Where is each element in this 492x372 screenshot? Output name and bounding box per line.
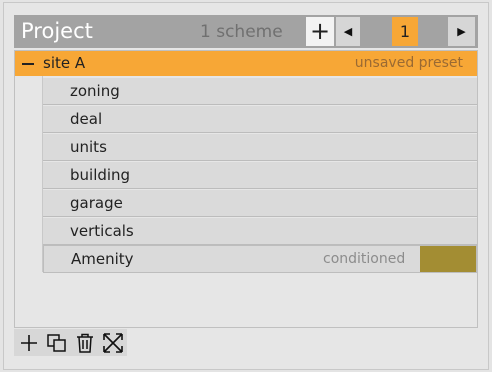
tree-item-building[interactable]: building — [43, 162, 477, 189]
site-label: site A — [43, 54, 86, 72]
duplicate-icon — [47, 334, 66, 352]
scheme-tree: site A unsaved preset zoning deal units … — [14, 50, 478, 328]
collapse-icon[interactable] — [22, 63, 34, 65]
scheme-page-number[interactable]: 1 — [392, 17, 418, 46]
tree-item-label: verticals — [70, 222, 134, 240]
tree-item-garage[interactable]: garage — [43, 190, 477, 217]
tree-item-amenity[interactable]: Amenity conditioned — [43, 245, 477, 273]
tree-item-verticals[interactable]: verticals — [43, 218, 477, 245]
tree-item-label: Amenity — [71, 250, 134, 268]
chevron-right-icon: ▶ — [457, 25, 466, 38]
footer-toolbar — [14, 329, 127, 356]
site-status: unsaved preset — [354, 55, 463, 71]
chevron-left-icon: ◀ — [343, 25, 353, 38]
tree-item-label: zoning — [70, 82, 120, 100]
tree-item-label: building — [70, 166, 131, 184]
page-title: Project — [21, 19, 93, 43]
expand-icon — [103, 333, 123, 353]
scheme-count: 1 scheme — [200, 22, 283, 42]
tree-item-label: units — [70, 138, 107, 156]
delete-button[interactable] — [73, 331, 97, 355]
add-button[interactable] — [17, 331, 41, 355]
amenity-status: conditioned — [323, 251, 406, 267]
add-scheme-button[interactable]: + — [306, 17, 334, 46]
prev-scheme-button[interactable]: ◀ — [336, 17, 360, 46]
tree-item-label: garage — [70, 194, 123, 212]
site-row[interactable]: site A unsaved preset — [15, 51, 477, 76]
next-scheme-button[interactable]: ▶ — [448, 17, 475, 46]
project-header: Project 1 scheme + ◀ 1 ▶ — [14, 15, 478, 48]
tree-item-deal[interactable]: deal — [43, 106, 477, 133]
tree-item-units[interactable]: units — [43, 134, 477, 161]
expand-button[interactable] — [101, 331, 125, 355]
add-icon — [21, 335, 37, 351]
trash-icon — [77, 333, 93, 353]
tree-item-label: deal — [70, 110, 103, 128]
tree-item-zoning[interactable]: zoning — [43, 78, 477, 105]
duplicate-button[interactable] — [45, 331, 69, 355]
amenity-color-swatch[interactable] — [420, 246, 476, 272]
